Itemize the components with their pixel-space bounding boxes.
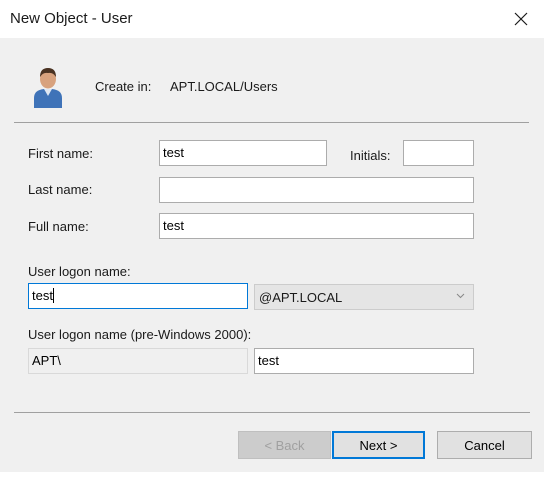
create-in-path: APT.LOCAL/Users — [170, 79, 278, 94]
bottom-edge — [0, 472, 544, 477]
pre2000-label: User logon name (pre-Windows 2000): — [28, 327, 252, 342]
first-name-field[interactable]: test — [159, 140, 327, 166]
back-button[interactable]: < Back — [238, 431, 331, 459]
pre2000-logon-field[interactable]: test — [254, 348, 474, 374]
close-button[interactable] — [498, 0, 544, 38]
upn-suffix-value: @APT.LOCAL — [259, 290, 343, 305]
last-name-label: Last name: — [28, 182, 93, 197]
create-in-label: Create in: — [95, 79, 152, 94]
logon-name-value: test — [32, 288, 53, 303]
dialog-body — [0, 38, 544, 472]
full-name-label: Full name: — [28, 219, 89, 234]
user-icon — [34, 68, 62, 108]
upn-suffix-select[interactable]: @APT.LOCAL — [254, 284, 474, 310]
header-divider — [14, 122, 529, 123]
logon-name-label: User logon name: — [28, 264, 131, 279]
close-icon — [514, 12, 528, 26]
text-caret — [52, 288, 54, 303]
title-bar: New Object - User — [0, 0, 544, 38]
footer-divider — [14, 412, 530, 413]
first-name-label: First name: — [28, 146, 94, 161]
cancel-button[interactable]: Cancel — [437, 431, 532, 459]
last-name-field[interactable] — [159, 177, 474, 203]
chevron-down-icon — [456, 293, 465, 299]
full-name-field[interactable]: test — [159, 213, 474, 239]
initials-field[interactable] — [403, 140, 474, 166]
pre2000-domain-field: APT\ — [28, 348, 248, 374]
window-title: New Object - User — [10, 10, 133, 27]
next-button[interactable]: Next > — [332, 431, 425, 459]
logon-name-field[interactable]: test — [28, 283, 248, 309]
initials-label: Initials: — [350, 148, 391, 163]
